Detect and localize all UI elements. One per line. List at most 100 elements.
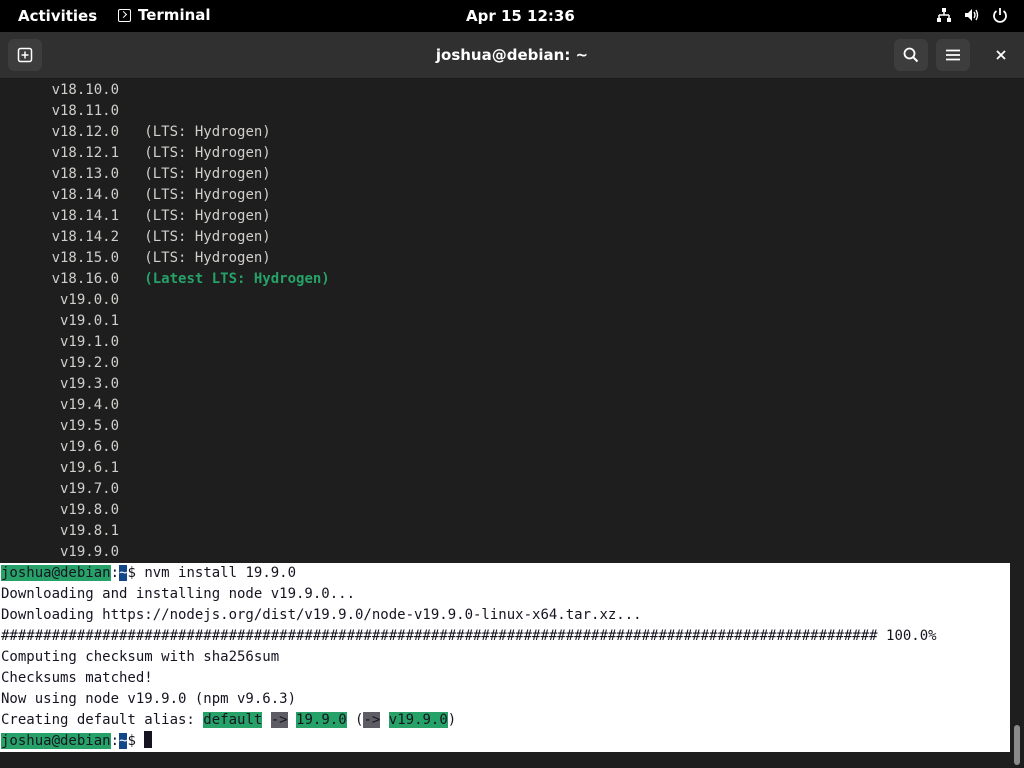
version-number: v19.5.0 <box>1 418 120 434</box>
version-number: v19.3.0 <box>1 376 120 392</box>
window-title: joshua@debian: ~ <box>435 46 589 64</box>
version-row: v19.4.0 <box>1 395 119 416</box>
version-number: v19.7.0 <box>1 481 120 497</box>
version-row: v18.12.0 (LTS: Hydrogen) <box>1 122 271 143</box>
main-menu-button[interactable] <box>936 39 970 71</box>
version-number: v18.12.0 <box>1 124 120 140</box>
version-row: v18.14.0 (LTS: Hydrogen) <box>1 185 271 206</box>
lts-label: (LTS: Hydrogen) <box>119 145 271 161</box>
version-number: v19.9.0 <box>1 544 120 560</box>
version-number: v18.11.0 <box>1 103 120 119</box>
version-row: v18.14.2 (LTS: Hydrogen) <box>1 227 271 248</box>
progress-line: ########################################… <box>1 628 937 644</box>
alias-resolved: v19.9.0 <box>388 712 448 728</box>
output-line: Downloading https://nodejs.org/dist/v19.… <box>1 607 642 623</box>
version-number: v19.4.0 <box>1 397 120 413</box>
search-icon <box>903 47 919 63</box>
version-row: v18.14.1 (LTS: Hydrogen) <box>1 206 271 227</box>
current-prompt-line[interactable]: joshua@debian:~$ <box>1 731 153 752</box>
version-row: v19.9.0 <box>1 542 119 563</box>
prompt-separator: : <box>110 565 120 581</box>
command-line: joshua@debian:~$ nvm install 19.9.0 <box>1 563 296 584</box>
prompt-user: joshua@debian <box>1 565 111 581</box>
network-icon <box>937 8 951 22</box>
version-row: v18.12.1 (LTS: Hydrogen) <box>1 143 271 164</box>
output-line: Now using node v19.9.0 (npm v9.6.3) <box>1 691 297 707</box>
version-row: v19.8.1 <box>1 521 119 542</box>
version-row: v19.1.0 <box>1 332 119 353</box>
app-menu-label: Terminal <box>138 6 211 24</box>
version-row: v19.2.0 <box>1 353 119 374</box>
version-row: v19.6.0 <box>1 437 119 458</box>
alias-line: Creating default alias: default -> 19.9.… <box>1 710 456 731</box>
version-number: v19.0.0 <box>1 292 120 308</box>
version-number: v18.10.0 <box>1 82 120 98</box>
output-line: Computing checksum with sha256sum <box>1 649 280 665</box>
version-row: v19.6.1 <box>1 458 119 479</box>
version-number: v18.13.0 <box>1 166 120 182</box>
alias-arrow: -> <box>270 712 288 728</box>
version-row: v19.3.0 <box>1 374 119 395</box>
terminal-bottom-padding <box>0 752 1010 768</box>
alias-arrow-resolved: -> <box>363 712 381 728</box>
version-number: v19.2.0 <box>1 355 120 371</box>
alias-paren-open: ( <box>346 712 364 728</box>
prompt-separator: : <box>110 733 120 749</box>
version-number: v19.1.0 <box>1 334 120 350</box>
version-number: v18.14.1 <box>1 208 120 224</box>
top-bar: Activities Terminal Apr 15 12:36 <box>0 0 1024 32</box>
command-text: nvm install 19.9.0 <box>144 565 297 581</box>
lts-label: (LTS: Hydrogen) <box>119 208 271 224</box>
hamburger-menu-icon <box>946 49 960 61</box>
version-number: v18.15.0 <box>1 250 120 266</box>
version-number: v19.8.0 <box>1 502 120 518</box>
alias-target: 19.9.0 <box>296 712 347 728</box>
version-row: v19.8.0 <box>1 500 119 521</box>
alias-prefix: Creating default alias: <box>1 712 204 728</box>
prompt-dollar: $ <box>127 565 145 581</box>
window-header-bar: joshua@debian: ~ <box>0 32 1024 79</box>
terminal-icon <box>118 8 131 22</box>
lts-label: (LTS: Hydrogen) <box>119 166 271 182</box>
terminal-scrollbar[interactable] <box>1010 79 1024 768</box>
version-row: v19.5.0 <box>1 416 119 437</box>
version-row: v18.11.0 <box>1 101 119 122</box>
version-number: v19.6.1 <box>1 460 120 476</box>
app-menu[interactable]: Terminal <box>118 6 211 24</box>
version-row: v18.16.0 (Latest LTS: Hydrogen) <box>1 269 330 290</box>
system-tray[interactable] <box>936 7 1008 23</box>
latest-lts-label: (Latest LTS: Hydrogen) <box>119 271 330 287</box>
scrollbar-thumb[interactable] <box>1014 725 1020 765</box>
version-row: v18.13.0 (LTS: Hydrogen) <box>1 164 271 185</box>
version-number: v18.14.2 <box>1 229 120 245</box>
lts-label: (LTS: Hydrogen) <box>119 229 271 245</box>
alias-name: default <box>203 712 263 728</box>
close-icon <box>996 50 1006 60</box>
activities-button[interactable]: Activities <box>18 7 97 25</box>
text-cursor <box>144 731 153 748</box>
version-number: v18.12.1 <box>1 145 120 161</box>
volume-icon <box>965 9 979 21</box>
power-icon <box>993 8 1007 23</box>
version-row: v18.10.0 <box>1 80 119 101</box>
lts-label: (LTS: Hydrogen) <box>119 187 271 203</box>
output-line: Checksums matched! <box>1 670 153 686</box>
version-number: v19.8.1 <box>1 523 120 539</box>
version-row: v19.0.0 <box>1 290 119 311</box>
version-number: v18.14.0 <box>1 187 120 203</box>
version-number: v19.6.0 <box>1 439 120 455</box>
version-number: v18.16.0 <box>1 271 120 287</box>
output-line: Downloading and installing node v19.9.0.… <box>1 586 356 602</box>
close-button[interactable] <box>984 39 1018 71</box>
prompt-user: joshua@debian <box>1 733 111 749</box>
selected-output-block: joshua@debian:~$ nvm install 19.9.0 Down… <box>0 563 1010 752</box>
clock[interactable]: Apr 15 12:36 <box>466 7 575 25</box>
search-button[interactable] <box>894 39 928 71</box>
prompt-dollar: $ <box>127 733 145 749</box>
terminal-output[interactable]: v18.10.0 v18.11.0 v18.12.0 (LTS: Hydroge… <box>0 79 1010 752</box>
lts-label: (LTS: Hydrogen) <box>119 124 271 140</box>
version-row: v19.0.1 <box>1 311 119 332</box>
version-row: v19.7.0 <box>1 479 119 500</box>
lts-label: (LTS: Hydrogen) <box>119 250 271 266</box>
version-number: v19.0.1 <box>1 313 120 329</box>
